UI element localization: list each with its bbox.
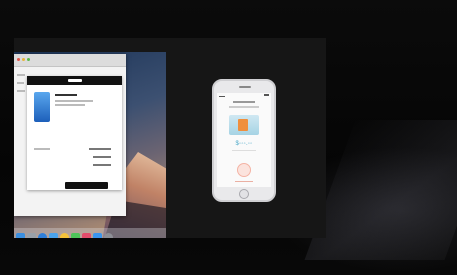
mac-dock [14,228,166,238]
pay-sheet-header [27,76,122,85]
mail-icon[interactable] [49,233,58,238]
summary-amount-line [93,156,111,158]
messages-icon[interactable] [71,233,80,238]
finder-icon[interactable] [16,233,25,238]
safari-icon[interactable] [38,233,47,238]
product-image [34,92,50,122]
app-store-icon[interactable] [93,233,102,238]
photos-icon[interactable] [60,233,69,238]
battery-icon [264,94,269,96]
iphone: $◦◦◦.◦◦ [212,79,276,202]
safari-window[interactable] [14,54,126,216]
product-name-line [55,94,77,96]
sheet-subtitle-line [229,106,259,108]
product-detail-line [55,100,93,102]
mac-desktop [14,52,166,238]
presentation-screen: $◦◦◦.◦◦ [14,38,326,238]
apple-pay-sheet [27,76,122,190]
window-zoom-icon[interactable] [27,58,30,61]
summary-line [34,148,50,150]
payment-card [229,115,259,135]
sheet-title-line [233,101,255,103]
safari-toolbar [14,54,126,67]
summary-amount-line [89,148,111,150]
payment-detail-line [232,150,256,151]
phone-speaker [239,86,251,88]
window-close-icon[interactable] [17,58,20,61]
touch-id-icon [237,163,251,177]
payment-amount: $◦◦◦.◦◦ [235,141,253,147]
window-minimize-icon[interactable] [22,58,25,61]
iphone-screen: $◦◦◦.◦◦ [217,93,271,187]
status-bar [217,93,271,99]
signal-icon [219,95,225,97]
summary-amount-line [93,164,111,166]
apple-pay-logo-icon [67,79,82,83]
settings-icon[interactable] [104,233,113,238]
product-detail-line [55,104,85,106]
buy-with-apple-pay-button[interactable] [65,182,108,189]
home-button-icon[interactable] [239,189,249,199]
music-icon[interactable] [82,233,91,238]
touch-id-label-line [235,181,253,182]
shopping-bag-icon [238,119,248,131]
launchpad-icon[interactable] [27,233,36,238]
